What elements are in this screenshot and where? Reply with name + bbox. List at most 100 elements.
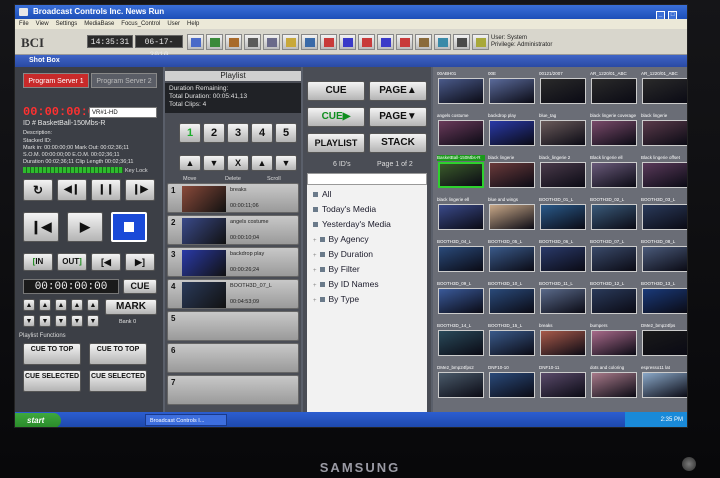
media-thumbnail[interactable]: BOOTH3D_14_L [436, 323, 486, 358]
playlist-control-4[interactable]: ▼ [275, 155, 297, 171]
media-thumbnail[interactable]: black lingerie coverage [589, 113, 639, 148]
tool-button[interactable] [320, 34, 337, 50]
media-thumbnail[interactable]: blue_tag [538, 113, 588, 148]
menu-item[interactable]: View [36, 21, 49, 27]
playlist-slot[interactable]: 3 backdrop play 00:00:26;24 [167, 247, 299, 277]
tree-item[interactable]: + By Filter [313, 264, 360, 274]
playlist-control-1[interactable]: ▼ [203, 155, 225, 171]
menu-item[interactable]: User [167, 21, 180, 27]
tree-item[interactable]: Yesterday's Media [313, 219, 391, 229]
rewind-button[interactable]: ❙◀ [23, 212, 59, 242]
page-down-button[interactable]: PAGE▼ [369, 107, 427, 127]
playlist-slot[interactable]: 1 breaks 00:00:11;06 [167, 183, 299, 213]
playlist-control-3[interactable]: ▲ [251, 155, 273, 171]
tree-item[interactable]: All [313, 189, 331, 199]
media-thumbnail[interactable]: BOOTH3D_01_L [538, 197, 588, 232]
menu-item[interactable]: File [19, 21, 29, 27]
program-server-1-tab[interactable]: Program Server 1 [23, 73, 89, 88]
cue-selected-button-1[interactable]: CUE SELECTED [23, 370, 81, 392]
expand-icon[interactable]: + [313, 268, 317, 274]
media-thumbnail[interactable]: 00121/2007 [538, 71, 588, 106]
tree-item[interactable]: + By ID Names [313, 279, 379, 289]
media-thumbnail[interactable]: black lingerie [640, 113, 687, 148]
cue-button-left[interactable]: CUE [123, 279, 157, 294]
media-thumbnail[interactable]: BOOTH3D_06_L [538, 239, 588, 274]
page-up-button[interactable]: PAGE▲ [369, 81, 427, 101]
tool-button[interactable] [206, 34, 223, 50]
tool-button[interactable] [377, 34, 394, 50]
cue-button[interactable]: CUE [307, 81, 365, 101]
playlist-control-0[interactable]: ▲ [179, 155, 201, 171]
media-thumbnail[interactable]: AR_1220/01_ABC [589, 71, 639, 106]
media-thumbnail[interactable]: espresso11 lat [640, 365, 687, 400]
media-thumbnail[interactable]: AR_1220/01_ABC [640, 71, 687, 106]
mark-button[interactable]: MARK [105, 299, 157, 315]
media-thumbnail[interactable]: BOOTH3D_10_L [487, 281, 537, 316]
mark-out-button[interactable]: OUT] [57, 253, 87, 271]
tool-button[interactable] [358, 34, 375, 50]
go-to-in-button[interactable]: [◀ [91, 253, 121, 271]
tool-button[interactable] [396, 34, 413, 50]
tree-item[interactable]: + By Agency [313, 234, 369, 244]
menu-item[interactable]: Settings [56, 21, 78, 27]
media-thumbnail[interactable]: BOOTH3D_07_L [589, 239, 639, 274]
cue-selected-button-2[interactable]: CUE SELECTED [89, 370, 147, 392]
playlist-slot[interactable]: 4 BOOTH3D_07_L 00:04:53;09 [167, 279, 299, 309]
media-thumbnail[interactable]: dots and coloring [589, 365, 639, 400]
media-thumbnail[interactable]: backdrop play [487, 113, 537, 148]
media-thumbnail[interactable]: BOOTH3D_03_L [640, 197, 687, 232]
playlist-button[interactable]: PLAYLIST [307, 133, 365, 153]
media-thumbnail[interactable]: BOOTH3D_11_L [538, 281, 588, 316]
playlist-slot[interactable]: 7 [167, 375, 299, 405]
playlist-slot[interactable]: 6 [167, 343, 299, 373]
start-button[interactable]: start [15, 413, 61, 427]
tree-item[interactable]: Today's Media [313, 204, 376, 214]
jog-down-2[interactable]: ▼ [39, 315, 51, 327]
expand-icon[interactable]: + [313, 253, 317, 259]
media-thumbnail[interactable]: Black lingerie offset [640, 155, 687, 190]
loop-button[interactable]: ↻ [23, 179, 53, 201]
expand-icon[interactable]: + [313, 298, 317, 304]
media-thumbnail[interactable]: bumpers [589, 323, 639, 358]
media-thumbnail[interactable]: DMe2_bmp24fps [640, 323, 687, 358]
vr-select[interactable]: VR#1-HD [89, 107, 157, 118]
stop-button[interactable] [111, 212, 147, 242]
media-thumbnail[interactable]: DNF10-11 [538, 365, 588, 400]
tool-button[interactable] [225, 34, 242, 50]
expand-icon[interactable]: + [313, 283, 317, 289]
expand-icon[interactable]: + [313, 238, 317, 244]
stack-button[interactable]: STACK [369, 133, 427, 153]
tool-button[interactable] [434, 34, 451, 50]
jog-down-5[interactable]: ▼ [87, 315, 99, 327]
taskbar-app[interactable]: Broadcast Controls I... [145, 414, 227, 426]
playlist-control-2[interactable]: X [227, 155, 249, 171]
media-thumbnail[interactable]: black_lingerie 2 [538, 155, 588, 190]
jog-up-1[interactable]: ▲ [23, 299, 35, 311]
tree-item[interactable]: + By Type [313, 294, 359, 304]
menu-item[interactable]: Help [187, 21, 199, 27]
playlist-number-2[interactable]: 2 [203, 123, 225, 143]
media-thumbnail[interactable]: BOOTH3D_04_L [436, 239, 486, 274]
jog-down-1[interactable]: ▼ [23, 315, 35, 327]
filter-dropdown[interactable] [307, 173, 427, 185]
playlist-number-5[interactable]: 5 [275, 123, 297, 143]
step-back-button[interactable]: ◀❙ [57, 179, 87, 201]
playlist-number-3[interactable]: 3 [227, 123, 249, 143]
jog-up-5[interactable]: ▲ [87, 299, 99, 311]
window-titlebar[interactable]: Broadcast Controls Inc. News Run _ □ x [15, 5, 687, 34]
media-thumbnail[interactable]: BOOTH3D_15_L [487, 323, 537, 358]
playlist-slot[interactable]: 5 [167, 311, 299, 341]
program-server-2-tab[interactable]: Program Server 2 [91, 73, 157, 88]
tool-button[interactable] [263, 34, 280, 50]
media-thumbnail[interactable]: BOOTH3D_05_L [487, 239, 537, 274]
media-thumbnail[interactable]: BOOTH3D_09_L [436, 281, 486, 316]
step-forward-button[interactable]: ❙▶ [125, 179, 155, 201]
media-thumbnail[interactable]: DNF10-10 [487, 365, 537, 400]
media-thumbnail[interactable]: 00E [487, 71, 537, 106]
media-thumbnail[interactable]: Black lingerie ell [589, 155, 639, 190]
media-thumbnail[interactable]: BOOTH3D_12_L [589, 281, 639, 316]
tree-item[interactable]: + By Duration [313, 249, 373, 259]
jog-down-4[interactable]: ▼ [71, 315, 83, 327]
tool-button[interactable] [244, 34, 261, 50]
tool-button[interactable] [453, 34, 470, 50]
